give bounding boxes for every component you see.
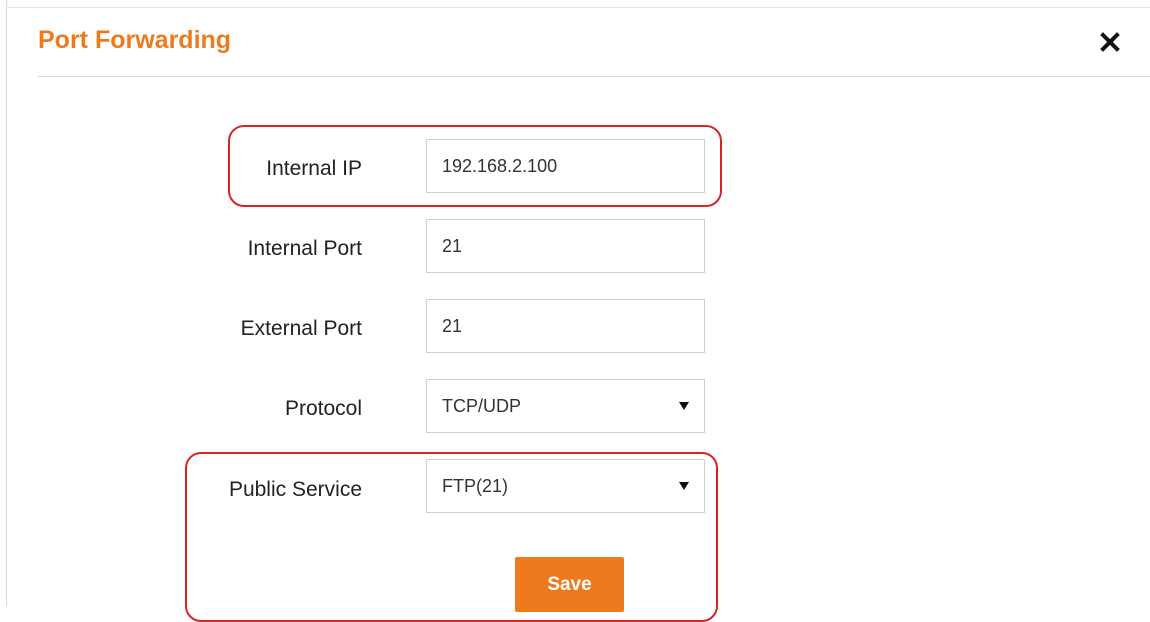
internal-port-value: 21: [442, 235, 463, 256]
dropdown-arrow-icon: [678, 481, 704, 491]
internal-ip-input[interactable]: 192.168.2.100: [426, 139, 705, 193]
dialog-left-border: [6, 0, 7, 606]
external-port-value: 21: [442, 315, 463, 336]
external-port-input[interactable]: 21: [426, 299, 705, 353]
protocol-select[interactable]: TCP/UDP: [426, 379, 705, 433]
dialog-top-border: [6, 7, 1150, 8]
internal-port-label: Internal Port: [247, 237, 362, 260]
close-icon[interactable]: [1096, 28, 1124, 56]
port-forwarding-dialog: Port Forwarding Internal IP 192.168.2.10…: [0, 0, 1150, 622]
internal-port-input[interactable]: 21: [426, 219, 705, 273]
save-button[interactable]: Save: [515, 557, 624, 612]
internal-ip-label: Internal IP: [266, 157, 362, 180]
dialog-title: Port Forwarding: [38, 26, 232, 54]
external-port-label: External Port: [240, 317, 362, 340]
public-service-select[interactable]: FTP(21): [426, 459, 705, 513]
public-service-value: FTP(21): [442, 475, 509, 496]
dropdown-arrow-icon: [678, 401, 704, 411]
public-service-label: Public Service: [228, 478, 362, 501]
protocol-value: TCP/UDP: [442, 395, 522, 416]
protocol-label: Protocol: [284, 397, 362, 420]
internal-ip-value: 192.168.2.100: [442, 155, 558, 176]
title-divider: [38, 76, 1150, 77]
